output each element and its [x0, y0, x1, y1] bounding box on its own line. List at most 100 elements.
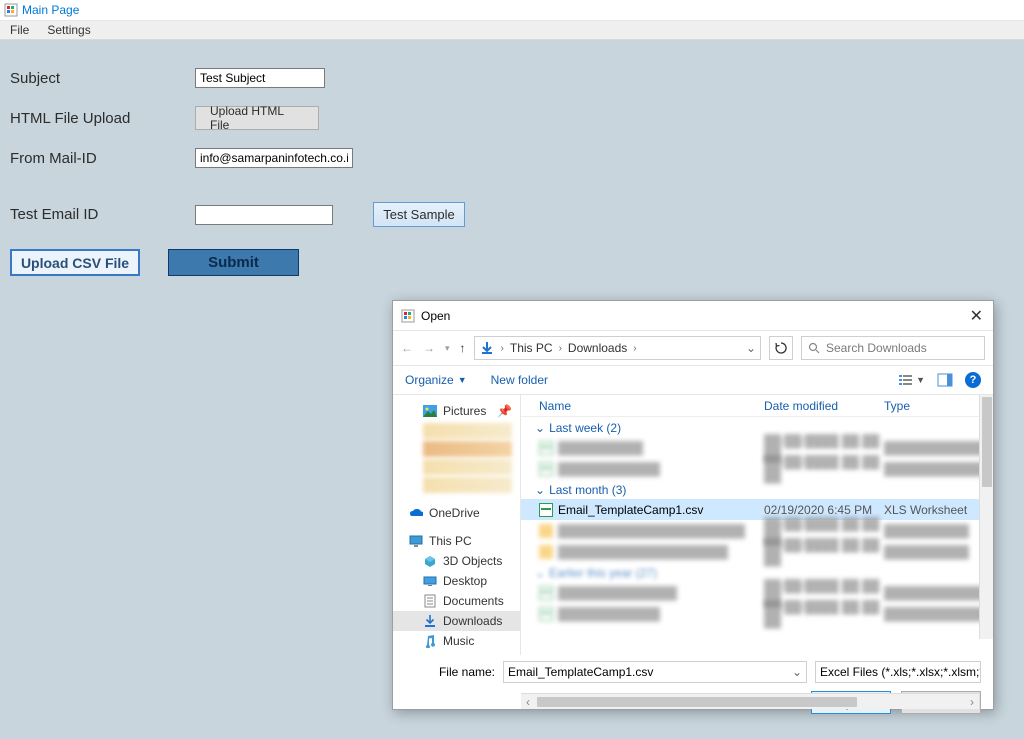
nav-pictures[interactable]: Pictures 📌 — [393, 401, 520, 421]
breadcrumb-downloads[interactable]: Downloads — [568, 341, 627, 355]
nav-arrows: ← → ▾ ↑ — [401, 341, 466, 355]
nav-forward-icon[interactable]: → — [423, 341, 435, 355]
nav-onedrive[interactable]: OneDrive — [393, 503, 520, 523]
file-row-selected[interactable]: Email_TemplateCamp1.csv 02/19/2020 6:45 … — [521, 499, 993, 520]
scroll-left-icon[interactable]: ‹ — [521, 695, 535, 709]
download-arrow-icon — [479, 340, 495, 356]
file-row[interactable]: ██████████████/██/████ ██:██ ███████████… — [521, 458, 993, 479]
test-sample-button[interactable]: Test Sample — [373, 202, 465, 227]
pin-icon: 📌 — [497, 404, 512, 418]
menu-file[interactable]: File — [10, 23, 29, 37]
preview-pane-button[interactable] — [937, 373, 953, 387]
chevron-down-icon: ⌄ — [535, 483, 545, 497]
documents-icon — [423, 594, 437, 608]
chevron-right-icon: › — [633, 343, 636, 354]
view-options-button[interactable]: ▼ — [898, 373, 925, 387]
file-filter-combo[interactable]: Excel Files (*.xls;*.xlsx;*.xlsm;*.c ⌄ — [815, 661, 981, 683]
app-icon — [4, 3, 18, 17]
nav-music[interactable]: Music — [393, 631, 520, 651]
chevron-right-icon: › — [501, 343, 504, 354]
main-form: Subject HTML File Upload Upload HTML Fil… — [0, 40, 1024, 286]
nav-up-icon[interactable]: ↑ — [460, 341, 466, 355]
nav-3dobjects[interactable]: 3D Objects — [393, 551, 520, 571]
filename-row: File name: Email_TemplateCamp1.csv ⌄ Exc… — [393, 655, 993, 687]
chevron-down-icon: ▼ — [458, 375, 467, 385]
file-row[interactable]: ██████████████/██/████ ██:██ ███████████… — [521, 603, 993, 624]
dialog-titlebar: Open ✕ — [393, 301, 993, 331]
nav-desktop[interactable]: Desktop — [393, 571, 520, 591]
horizontal-scrollbar[interactable]: ‹ › — [521, 693, 979, 709]
menubar: File Settings — [0, 20, 1024, 40]
dropdown-icon[interactable]: ⌄ — [792, 665, 802, 679]
chevron-right-icon: › — [559, 343, 562, 354]
chevron-down-icon: ⌄ — [535, 421, 545, 435]
col-type[interactable]: Type — [884, 399, 993, 413]
xls-icon — [539, 441, 553, 455]
nav-back-icon[interactable]: ← — [401, 341, 413, 355]
col-name[interactable]: Name — [539, 399, 764, 413]
breadcrumb-thispc[interactable]: This PC — [510, 341, 553, 355]
nav-thispc[interactable]: This PC — [393, 531, 520, 551]
search-icon — [808, 342, 820, 354]
search-placeholder: Search Downloads — [826, 341, 927, 355]
help-button[interactable]: ? — [965, 372, 981, 388]
group-earlier-year[interactable]: ⌄Earlier this year (27) — [521, 562, 993, 582]
file-row[interactable]: ████████████████████████/██/████ ██:██ █… — [521, 520, 993, 541]
xls-icon — [539, 607, 553, 621]
xls-icon — [539, 462, 553, 476]
scroll-right-icon[interactable]: › — [965, 695, 979, 709]
group-last-week[interactable]: ⌄Last week (2) — [521, 417, 993, 437]
dialog-body: Pictures 📌 OneDrive This PC 3D Objects — [393, 395, 993, 655]
html-upload-label: HTML File Upload — [10, 110, 195, 127]
upload-csv-button[interactable]: Upload CSV File — [10, 249, 140, 276]
refresh-button[interactable] — [769, 336, 793, 360]
new-folder-button[interactable]: New folder — [491, 373, 548, 387]
file-list-pane: Name Date modified Type ⌄Last week (2) █… — [521, 395, 993, 655]
dialog-close-button[interactable]: ✕ — [970, 306, 983, 326]
submit-button[interactable]: Submit — [168, 249, 299, 276]
dialog-app-icon — [401, 309, 415, 323]
file-row[interactable]: ████████████████/██/████ ██:██ █████████… — [521, 582, 993, 603]
thispc-icon — [409, 534, 423, 548]
folder-icon — [539, 524, 553, 538]
nav-blurred-item — [423, 477, 512, 493]
test-email-input[interactable] — [195, 205, 333, 225]
open-file-dialog: Open ✕ ← → ▾ ↑ › This PC › Downloads › ⌄ — [392, 300, 994, 710]
test-email-label: Test Email ID — [10, 206, 195, 223]
group-last-month[interactable]: ⌄Last month (3) — [521, 479, 993, 499]
window-titlebar: Main Page — [0, 0, 1024, 20]
organize-menu[interactable]: Organize ▼ — [405, 373, 467, 387]
filename-label: File name: — [405, 665, 495, 679]
menu-settings[interactable]: Settings — [47, 23, 90, 37]
objects3d-icon — [423, 554, 437, 568]
desktop-icon — [423, 574, 437, 588]
nav-blurred-item — [423, 441, 512, 457]
chevron-down-icon: ▼ — [916, 375, 925, 385]
from-mail-input[interactable] — [195, 148, 353, 168]
address-row: ← → ▾ ↑ › This PC › Downloads › ⌄ Search… — [393, 331, 993, 365]
col-date[interactable]: Date modified — [764, 399, 884, 413]
subject-input[interactable] — [195, 68, 325, 88]
folder-icon — [539, 545, 553, 559]
preview-pane-icon — [937, 373, 953, 387]
breadcrumb-dropdown-icon[interactable]: ⌄ — [746, 341, 756, 355]
music-icon — [423, 634, 437, 648]
breadcrumb[interactable]: › This PC › Downloads › ⌄ — [474, 336, 761, 360]
search-input[interactable]: Search Downloads — [801, 336, 985, 360]
nav-blurred-item — [423, 459, 512, 475]
downloads-icon — [423, 614, 437, 628]
filename-combo[interactable]: Email_TemplateCamp1.csv ⌄ — [503, 661, 807, 683]
dialog-title: Open — [421, 309, 450, 323]
upload-html-button[interactable]: Upload HTML File — [195, 106, 319, 130]
nav-recent-chevron-icon[interactable]: ▾ — [445, 343, 450, 354]
dialog-toolbar: Organize ▼ New folder ▼ ? — [393, 365, 993, 395]
chevron-down-icon: ⌄ — [535, 566, 545, 580]
vertical-scrollbar[interactable] — [979, 395, 993, 639]
file-row[interactable]: ████████████/██/████ ██:██ █████████████… — [521, 437, 993, 458]
: Email_TemplateCamp1.csv — [508, 665, 653, 679]
file-row[interactable]: ██████████████████████/██/████ ██:██ ███… — [521, 541, 993, 562]
nav-downloads[interactable]: Downloads — [393, 611, 520, 631]
nav-documents[interactable]: Documents — [393, 591, 520, 611]
from-mail-label: From Mail-ID — [10, 150, 195, 167]
column-headers[interactable]: Name Date modified Type — [521, 395, 993, 417]
